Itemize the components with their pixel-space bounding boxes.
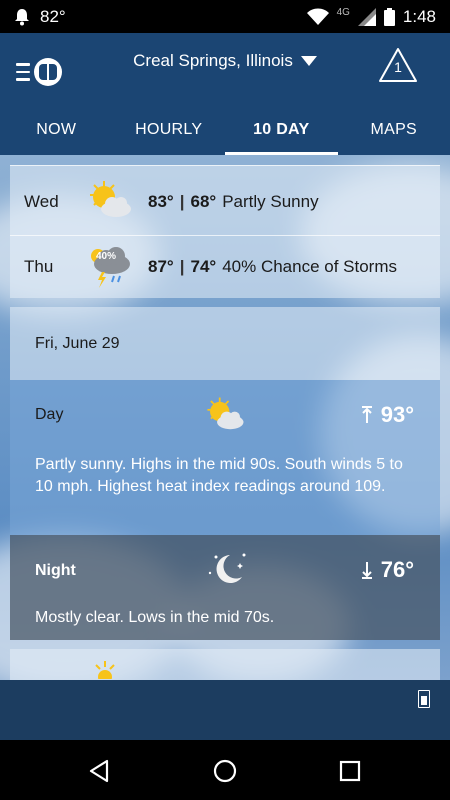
storm-icon: 40%: [82, 242, 138, 292]
precip-chance-badge: 40%: [96, 251, 117, 262]
forecast-day: Thu: [24, 257, 54, 276]
day-forecast-panel: Day 93° Partly sunny. Highs in the mid 9…: [10, 380, 440, 535]
system-nav-bar: [0, 740, 450, 800]
status-time: 1:48: [402, 7, 436, 26]
forecast-low: 74°: [190, 257, 217, 276]
signal-icon: [357, 8, 376, 26]
day-label: Day: [35, 406, 64, 423]
tab-10-day[interactable]: 10 DAY: [225, 108, 338, 155]
wifi-icon: [306, 8, 329, 25]
status-bar: 82° 4G 1:48: [0, 0, 450, 33]
info-icon[interactable]: [418, 690, 430, 708]
notification-bell-icon: [15, 9, 29, 26]
alert-count: 1: [394, 59, 402, 75]
moon-clear-icon: [206, 549, 250, 594]
tab-maps[interactable]: MAPS: [338, 108, 450, 155]
recents-icon[interactable]: [335, 756, 365, 786]
back-icon[interactable]: [85, 756, 115, 786]
home-icon[interactable]: [210, 756, 240, 786]
day-high-temp: 93°: [361, 402, 414, 428]
partly-sunny-icon: [200, 394, 250, 443]
forecast-condition: 40% Chance of Storms: [222, 257, 398, 276]
forecast-day: Wed: [24, 192, 59, 211]
night-low-temp: 76°: [361, 557, 414, 583]
next-detail-card: [10, 649, 440, 680]
forecast-row[interactable]: Thu 40% 87° | 74° 40% Chance of Storms: [10, 236, 440, 298]
forecast-high: 87°: [148, 257, 174, 276]
ad-banner-area: [0, 680, 450, 740]
network-type: 4G: [336, 6, 350, 18]
forecast-condition: Partly Sunny: [222, 192, 319, 211]
location-name: Creal Springs, Illinois: [133, 51, 293, 70]
detail-date: Fri, June 29: [35, 335, 120, 352]
forecast-row[interactable]: Wed 83° | 68° Partly Sunny: [10, 171, 440, 233]
sun-icon: [90, 659, 120, 680]
arrow-down-icon: [361, 562, 372, 579]
tab-hourly[interactable]: HOURLY: [113, 108, 226, 155]
app-header: Creal Springs, Illinois 1 NOW HOURLY 10 …: [0, 33, 450, 155]
dropdown-caret-icon: [300, 56, 317, 66]
daily-forecast-list: Wed 83° | 68° Partly Sunny Thu 40% 87° |…: [10, 165, 440, 298]
arrow-up-icon: [361, 406, 372, 423]
night-forecast-panel: Night 76° Mostly clear. Lows in the mid …: [10, 535, 440, 640]
forecast-high: 83°: [148, 192, 174, 211]
tab-bar: NOW HOURLY 10 DAY MAPS: [0, 108, 450, 155]
night-label: Night: [35, 562, 76, 579]
tab-now[interactable]: NOW: [0, 108, 113, 155]
forecast-content[interactable]: Wed 83° | 68° Partly Sunny Thu 40% 87° |…: [0, 155, 450, 680]
day-description: Partly sunny. Highs in the mid 90s. Sout…: [35, 456, 403, 495]
forecast-low: 68°: [190, 192, 217, 211]
detail-date-header: Fri, June 29: [10, 307, 440, 380]
battery-status-icon: [383, 8, 395, 26]
night-description: Mostly clear. Lows in the mid 70s.: [35, 609, 275, 626]
status-temperature: 82°: [40, 7, 66, 26]
partly-sunny-icon: [82, 177, 138, 227]
alerts-button[interactable]: 1: [378, 47, 418, 83]
